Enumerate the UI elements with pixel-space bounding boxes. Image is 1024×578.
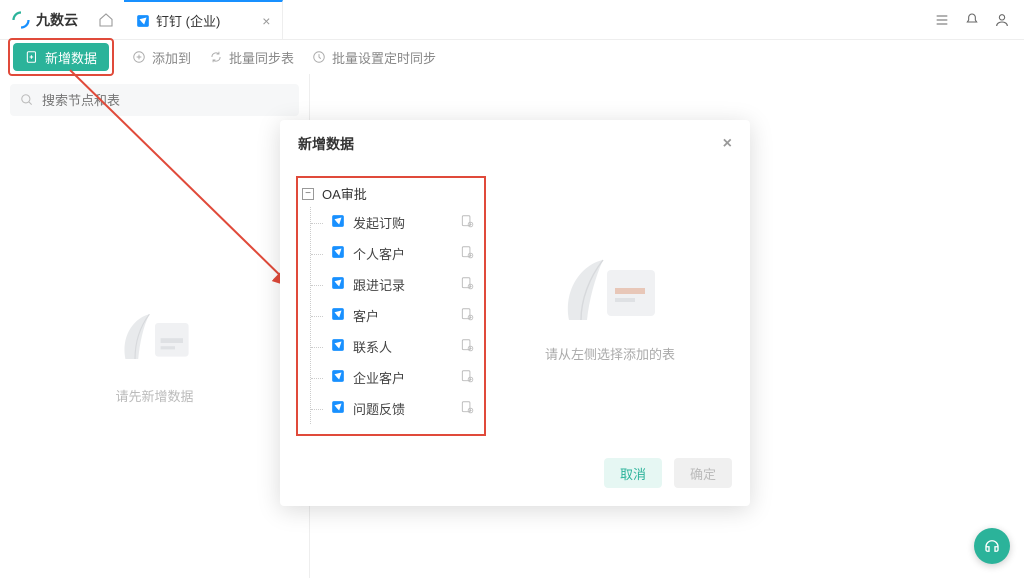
tree-root-node[interactable]: − OA审批: [302, 184, 474, 203]
ok-label: 确定: [690, 464, 716, 483]
dialog-header: 新增数据 ×: [280, 120, 750, 168]
dialog-right-panel: 请从左侧选择添加的表: [486, 176, 734, 436]
headset-icon: [983, 537, 1001, 555]
tree-item[interactable]: 客户: [311, 300, 474, 331]
tree-item[interactable]: 发起订购: [311, 207, 474, 238]
ok-button[interactable]: 确定: [674, 458, 732, 488]
table-icon: [331, 369, 345, 386]
dialog-title: 新增数据: [298, 134, 354, 154]
add-table-icon[interactable]: [460, 400, 474, 417]
tree-item-label: 发起订购: [353, 213, 452, 232]
tree-item[interactable]: 联系人: [311, 331, 474, 362]
tree-item-label: 跟进记录: [353, 275, 452, 294]
dialog-footer: 取消 确定: [280, 446, 750, 506]
new-data-dialog: 新增数据 × − OA审批 发起订购个人客户跟进记录客户联系人企业客户问题反馈: [280, 120, 750, 506]
tree-item[interactable]: 问题反馈: [311, 393, 474, 424]
table-icon: [331, 400, 345, 417]
add-table-icon[interactable]: [460, 245, 474, 262]
tree-root-label: OA审批: [322, 184, 367, 203]
add-table-icon[interactable]: [460, 369, 474, 386]
tree-panel: − OA审批 发起订购个人客户跟进记录客户联系人企业客户问题反馈: [296, 176, 486, 436]
tree-children: 发起订购个人客户跟进记录客户联系人企业客户问题反馈: [310, 207, 474, 424]
tree-item-label: 联系人: [353, 337, 452, 356]
dialog-close-button[interactable]: ×: [723, 135, 732, 153]
dialog-body: − OA审批 发起订购个人客户跟进记录客户联系人企业客户问题反馈 请从左侧选择添…: [280, 168, 750, 446]
add-table-icon[interactable]: [460, 338, 474, 355]
add-table-icon[interactable]: [460, 307, 474, 324]
collapse-icon[interactable]: −: [302, 188, 314, 200]
tree-item-label: 问题反馈: [353, 399, 452, 418]
table-icon: [331, 307, 345, 324]
dialog-overlay: 新增数据 × − OA审批 发起订购个人客户跟进记录客户联系人企业客户问题反馈: [0, 0, 1024, 578]
add-table-icon[interactable]: [460, 214, 474, 231]
tree-item-label: 客户: [353, 306, 452, 325]
help-fab[interactable]: [974, 528, 1010, 564]
table-icon: [331, 214, 345, 231]
tree-item[interactable]: 企业客户: [311, 362, 474, 393]
table-icon: [331, 245, 345, 262]
tree-item[interactable]: 跟进记录: [311, 269, 474, 300]
dialog-right-hint: 请从左侧选择添加的表: [545, 344, 675, 363]
tree-item-label: 企业客户: [353, 368, 452, 387]
tree-item-label: 个人客户: [353, 244, 452, 263]
tree-item[interactable]: 个人客户: [311, 238, 474, 269]
table-icon: [331, 276, 345, 293]
feather-box-icon: [555, 250, 665, 330]
add-table-icon[interactable]: [460, 276, 474, 293]
table-icon: [331, 338, 345, 355]
cancel-button[interactable]: 取消: [604, 458, 662, 488]
cancel-label: 取消: [620, 464, 646, 483]
